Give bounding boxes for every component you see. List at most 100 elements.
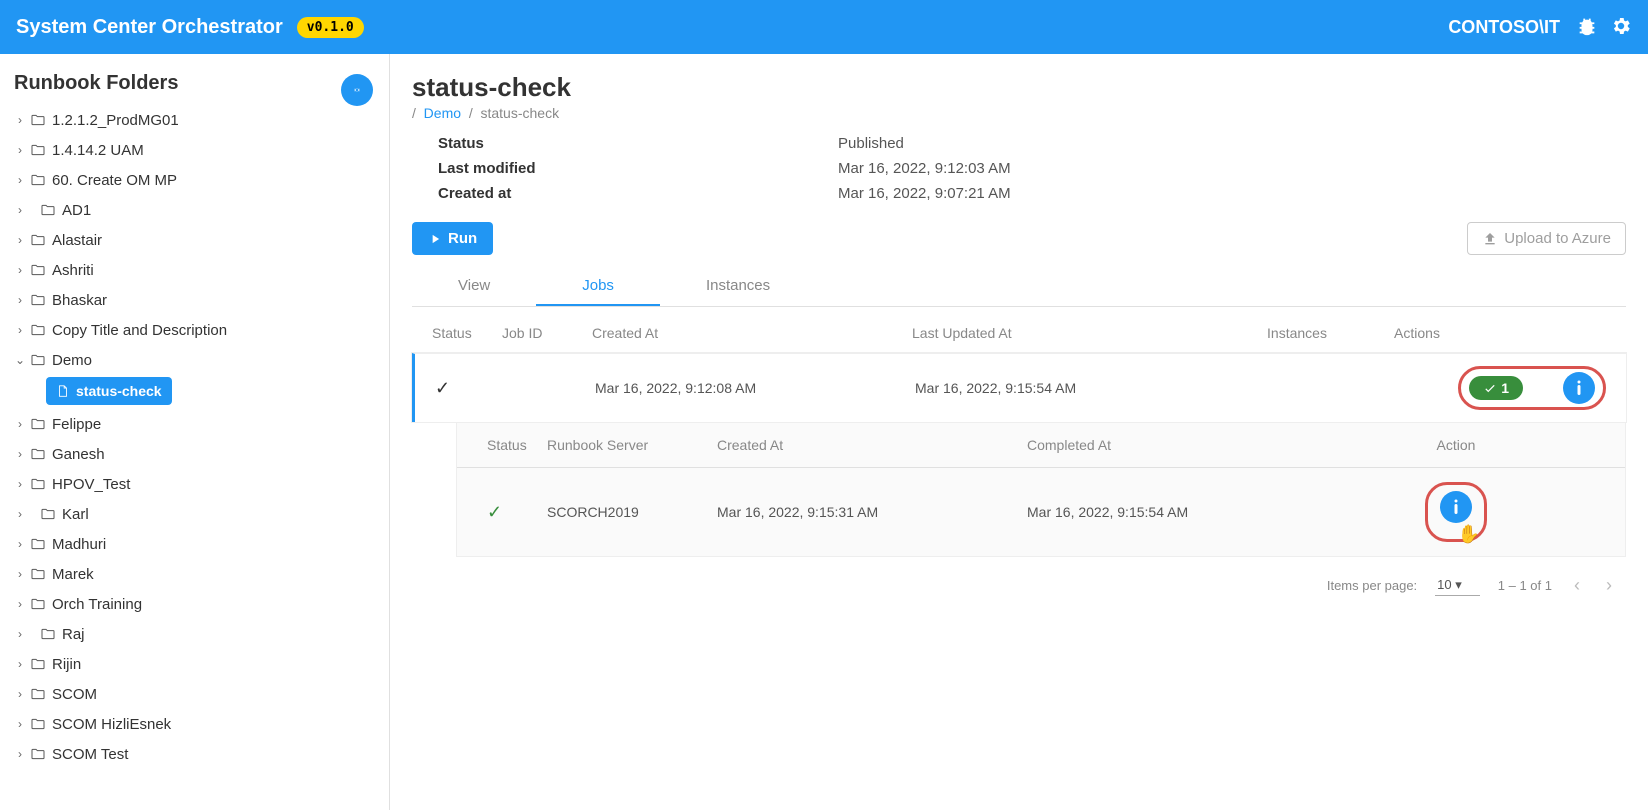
tree-file-selected[interactable]: status-check	[46, 377, 172, 405]
collapse-sidebar-button[interactable]	[341, 74, 373, 106]
upload-azure-button[interactable]: Upload to Azure	[1467, 222, 1626, 255]
folder-icon	[30, 536, 46, 552]
chevron-icon: ›	[10, 747, 30, 761]
job-info-button[interactable]	[1563, 372, 1595, 404]
chevron-icon: ›	[10, 143, 30, 157]
items-per-page-select[interactable]: 10 ▾	[1435, 575, 1480, 596]
cursor-icon: ✋	[1458, 524, 1480, 545]
tree-label: 1.4.14.2 UAM	[52, 142, 144, 159]
instance-created: Mar 16, 2022, 9:15:31 AM	[717, 504, 1027, 520]
job-created: Mar 16, 2022, 9:12:08 AM	[595, 380, 915, 396]
tab-instances[interactable]: Instances	[660, 267, 816, 306]
chevron-icon: ›	[10, 263, 30, 277]
folder-icon	[30, 262, 46, 278]
folder-icon	[30, 746, 46, 762]
scol-status: Status	[487, 437, 547, 453]
tree-folder[interactable]: › SCOM Test	[10, 739, 389, 769]
tab-jobs[interactable]: Jobs	[536, 267, 660, 306]
tree-folder[interactable]: › Raj	[10, 619, 389, 649]
chevron-icon: ›	[10, 113, 30, 127]
chevron-icon: ›	[10, 203, 30, 217]
jobs-table: Status Job ID Created At Last Updated At…	[412, 313, 1626, 557]
breadcrumb: / Demo / status-check	[412, 105, 1626, 121]
folder-icon	[30, 566, 46, 582]
tree-folder[interactable]: › HPOV_Test	[10, 469, 389, 499]
tree-folder[interactable]: ⌄ Demo	[10, 345, 389, 375]
tree-label: Bhaskar	[52, 292, 107, 309]
tree-folder[interactable]: › Felippe	[10, 409, 389, 439]
col-status: Status	[432, 325, 502, 341]
tree-label: Orch Training	[52, 596, 142, 613]
items-per-page-label: Items per page:	[1327, 578, 1417, 593]
tree-folder[interactable]: › SCOM	[10, 679, 389, 709]
next-page-button[interactable]: ›	[1602, 575, 1616, 596]
tree-folder[interactable]: › Orch Training	[10, 589, 389, 619]
chevron-icon: ⌄	[10, 353, 30, 367]
folder-icon	[30, 656, 46, 672]
modified-label: Last modified	[438, 160, 838, 177]
tree-folder[interactable]: › Copy Title and Description	[10, 315, 389, 345]
col-created: Created At	[592, 325, 912, 341]
chevron-icon: ›	[10, 417, 30, 431]
created-label: Created at	[438, 185, 838, 202]
instance-sub-table: Status Runbook Server Created At Complet…	[456, 422, 1626, 557]
instances-pill[interactable]: 1	[1469, 376, 1523, 400]
tree-folder[interactable]: › Bhaskar	[10, 285, 389, 315]
main-content: status-check / Demo / status-check Statu…	[390, 54, 1648, 810]
tab-view[interactable]: View	[412, 267, 536, 306]
tree-folder[interactable]: › Madhuri	[10, 529, 389, 559]
tree-label: Marek	[52, 566, 94, 583]
tabs: View Jobs Instances	[412, 267, 1626, 307]
bug-icon[interactable]	[1576, 15, 1598, 40]
tree-label: Madhuri	[52, 536, 106, 553]
folder-icon	[30, 322, 46, 338]
instance-info-button[interactable]	[1440, 491, 1472, 523]
tree-folder[interactable]: › Karl	[10, 499, 389, 529]
tree-folder[interactable]: › SCOM HizliEsnek	[10, 709, 389, 739]
tree-label: Felippe	[52, 416, 101, 433]
tree-folder[interactable]: › Ganesh	[10, 439, 389, 469]
tree-label: Copy Title and Description	[52, 322, 227, 339]
tree-folder[interactable]: › Rijin	[10, 649, 389, 679]
chevron-icon: ›	[10, 233, 30, 247]
tree-label: HPOV_Test	[52, 476, 130, 493]
scol-created: Created At	[717, 437, 1027, 453]
gear-icon[interactable]	[1610, 15, 1632, 40]
tree-label: Alastair	[52, 232, 102, 249]
check-icon: ✓	[487, 502, 502, 522]
breadcrumb-folder[interactable]: Demo	[424, 105, 461, 121]
chevron-icon: ›	[10, 687, 30, 701]
chevron-icon: ›	[10, 657, 30, 671]
instance-row: ✓ SCORCH2019 Mar 16, 2022, 9:15:31 AM Ma…	[457, 468, 1625, 556]
tree-label: Rijin	[52, 656, 81, 673]
tree-folder[interactable]: › Alastair	[10, 225, 389, 255]
highlight-badge: 1	[1458, 366, 1606, 410]
tree-file-label: status-check	[76, 383, 162, 399]
check-icon: ✓	[435, 378, 450, 398]
folder-tree: › 1.2.1.2_ProdMG01› 1.4.14.2 UAM› 60. Cr…	[10, 105, 389, 769]
user-identity: CONTOSO\IT	[1448, 17, 1560, 38]
folder-icon	[30, 292, 46, 308]
tree-folder[interactable]: › AD1	[10, 195, 389, 225]
tree-folder[interactable]: › Ashriti	[10, 255, 389, 285]
tree-label: Ashriti	[52, 262, 94, 279]
jobs-row[interactable]: ✓ Mar 16, 2022, 9:12:08 AM Mar 16, 2022,…	[412, 353, 1626, 422]
col-instances: Instances	[1232, 325, 1362, 341]
status-label: Status	[438, 135, 838, 152]
tree-folder[interactable]: › Marek	[10, 559, 389, 589]
tree-folder[interactable]: › 60. Create OM MP	[10, 165, 389, 195]
paginator: Items per page: 10 ▾ 1 – 1 of 1 ‹ ›	[412, 557, 1626, 604]
folder-icon	[30, 112, 46, 128]
scol-action: Action	[1317, 437, 1595, 453]
tree-label: Ganesh	[52, 446, 105, 463]
instance-completed: Mar 16, 2022, 9:15:54 AM	[1027, 504, 1317, 520]
run-button[interactable]: Run	[412, 222, 493, 255]
scol-server: Runbook Server	[547, 437, 717, 453]
prev-page-button[interactable]: ‹	[1570, 575, 1584, 596]
tree-folder[interactable]: › 1.4.14.2 UAM	[10, 135, 389, 165]
tree-label: Karl	[62, 506, 89, 523]
tree-folder[interactable]: › 1.2.1.2_ProdMG01	[10, 105, 389, 135]
chevron-icon: ›	[10, 447, 30, 461]
created-value: Mar 16, 2022, 9:07:21 AM	[838, 185, 1011, 202]
status-value: Published	[838, 135, 904, 152]
